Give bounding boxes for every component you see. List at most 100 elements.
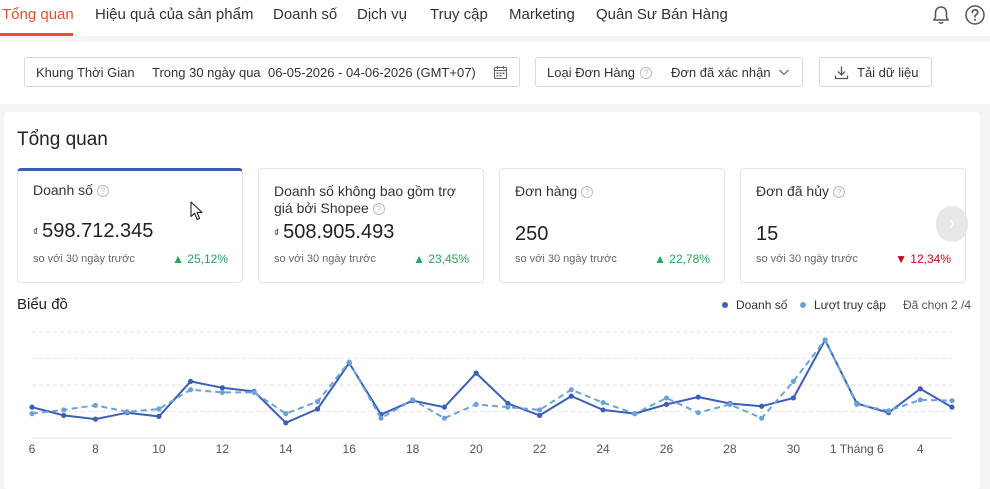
- data-point[interactable]: [188, 378, 194, 384]
- data-point[interactable]: [378, 415, 384, 421]
- data-point[interactable]: [441, 404, 448, 410]
- data-point[interactable]: [188, 387, 194, 393]
- data-point[interactable]: [473, 370, 479, 376]
- tab-overview[interactable]: Tổng quan: [2, 6, 74, 23]
- metric-compare: so với 30 ngày trước: [33, 253, 135, 265]
- data-point[interactable]: [156, 413, 162, 419]
- metric-card-revenue[interactable]: Doanh số? ₫ 598.712.345 so với 30 ngày tr…: [17, 168, 243, 283]
- currency-symbol: ₫: [33, 227, 39, 238]
- data-point[interactable]: [61, 412, 67, 419]
- trend-up-icon: ▲: [413, 252, 429, 266]
- data-point[interactable]: [949, 404, 955, 410]
- data-point[interactable]: [536, 407, 543, 413]
- data-point[interactable]: [790, 395, 796, 401]
- metric-card-revenue-excl-subsidy[interactable]: Doanh số không bao gồm trợ giá bởi Shope…: [258, 168, 484, 283]
- data-point[interactable]: [917, 386, 923, 392]
- data-point[interactable]: [346, 359, 352, 365]
- data-point[interactable]: [410, 397, 416, 403]
- tab-marketing[interactable]: Marketing: [509, 6, 575, 23]
- data-point[interactable]: [219, 389, 225, 396]
- download-icon: [834, 66, 849, 80]
- data-point[interactable]: [124, 409, 130, 415]
- metric-card-orders[interactable]: Đơn hàng? 250 so với 30 ngày trước ▲ 22,…: [499, 168, 725, 283]
- metric-change: 12,34%: [910, 252, 951, 266]
- download-label: Tải dữ liệu: [857, 65, 919, 80]
- mouse-cursor-icon: [190, 201, 203, 221]
- x-tick-label: 30: [787, 442, 801, 456]
- data-point[interactable]: [314, 399, 321, 405]
- data-point[interactable]: [61, 407, 67, 413]
- data-point[interactable]: [695, 394, 701, 400]
- metric-value: 598.712.345: [42, 220, 154, 242]
- data-point[interactable]: [695, 410, 701, 416]
- info-icon: ?: [581, 186, 594, 198]
- info-icon: ?: [372, 203, 385, 215]
- x-tick-label: 1 Tháng 6: [830, 442, 884, 456]
- data-point[interactable]: [314, 406, 321, 412]
- tab-sales[interactable]: Doanh số: [273, 6, 337, 23]
- x-tick-label: 16: [343, 442, 357, 456]
- overview-card: Tổng quan Doanh số? ₫ 598.712.345 so với …: [4, 112, 980, 489]
- data-point[interactable]: [505, 404, 511, 410]
- info-icon: ?: [640, 67, 652, 79]
- data-point[interactable]: [283, 420, 289, 426]
- line-chart: 6 8 10 12 14 16 18 20 22 24 26 28 30 1 Tháng 6 4: [29, 331, 955, 456]
- series-line-traffic: [31, 338, 953, 420]
- calendar-icon: [493, 66, 508, 80]
- x-tick-label: 4: [917, 442, 924, 456]
- data-point[interactable]: [92, 416, 99, 422]
- data-point[interactable]: [441, 415, 448, 421]
- metric-card-cancelled-orders[interactable]: Đơn đã hủy? 15 so với 30 ngày trước ▼ 12…: [740, 168, 966, 283]
- data-point[interactable]: [727, 401, 733, 407]
- trend-up-icon: ▲: [654, 252, 670, 266]
- data-point[interactable]: [29, 404, 35, 410]
- data-point[interactable]: [632, 411, 638, 417]
- x-tick-label: 8: [92, 442, 99, 456]
- time-frame-value: Trong 30 ngày qua: [152, 65, 261, 80]
- legend-traffic[interactable]: Lượt truy cập: [800, 298, 886, 312]
- data-point[interactable]: [251, 389, 257, 396]
- data-point[interactable]: [473, 401, 479, 407]
- download-data-button[interactable]: Tải dữ liệu: [819, 57, 932, 87]
- data-point[interactable]: [854, 401, 860, 407]
- help-icon[interactable]: [964, 4, 986, 26]
- data-point[interactable]: [663, 395, 670, 401]
- legend-revenue[interactable]: Doanh số: [722, 298, 787, 312]
- next-metrics-button[interactable]: ›: [936, 206, 968, 242]
- info-icon: ?: [96, 185, 109, 197]
- chevron-right-icon: ›: [949, 213, 955, 233]
- bell-icon[interactable]: [930, 4, 952, 26]
- order-type-dropdown[interactable]: Loại Đơn Hàng ? Đơn đã xác nhận: [535, 57, 803, 87]
- time-frame-label: Khung Thời Gian: [36, 65, 135, 80]
- data-point[interactable]: [219, 385, 225, 391]
- filter-bar: Khung Thời Gian Trong 30 ngày qua 06-05-…: [0, 42, 990, 104]
- metric-label: Đơn đã hủy: [756, 183, 830, 199]
- data-point[interactable]: [600, 407, 606, 413]
- tab-sales-advisor[interactable]: Quân Sư Bán Hàng: [596, 6, 728, 23]
- data-point[interactable]: [759, 415, 765, 421]
- data-point[interactable]: [568, 387, 574, 393]
- data-point[interactable]: [949, 398, 955, 404]
- x-tick-label: 12: [216, 442, 230, 456]
- section-title: Tổng quan: [17, 129, 108, 150]
- tab-traffic[interactable]: Truy cập: [430, 6, 488, 23]
- data-point[interactable]: [92, 402, 99, 408]
- data-point[interactable]: [790, 378, 796, 384]
- data-point[interactable]: [663, 401, 670, 407]
- tab-services[interactable]: Dịch vụ: [357, 6, 407, 23]
- time-frame-picker[interactable]: Khung Thời Gian Trong 30 ngày qua 06-05-…: [24, 57, 520, 87]
- data-point[interactable]: [536, 412, 543, 419]
- data-point[interactable]: [759, 403, 765, 409]
- x-tick-label: 28: [723, 442, 737, 456]
- x-tick-label: 6: [29, 442, 36, 456]
- data-point[interactable]: [156, 406, 162, 412]
- data-point[interactable]: [600, 399, 606, 406]
- data-point[interactable]: [885, 408, 892, 414]
- data-point[interactable]: [917, 397, 923, 403]
- data-point[interactable]: [568, 393, 574, 399]
- data-point[interactable]: [822, 337, 828, 343]
- data-point[interactable]: [29, 411, 35, 417]
- data-point[interactable]: [283, 411, 289, 417]
- tab-product-performance[interactable]: Hiệu quả của sản phẩm: [95, 6, 253, 23]
- metric-label: Đơn hàng: [515, 183, 578, 199]
